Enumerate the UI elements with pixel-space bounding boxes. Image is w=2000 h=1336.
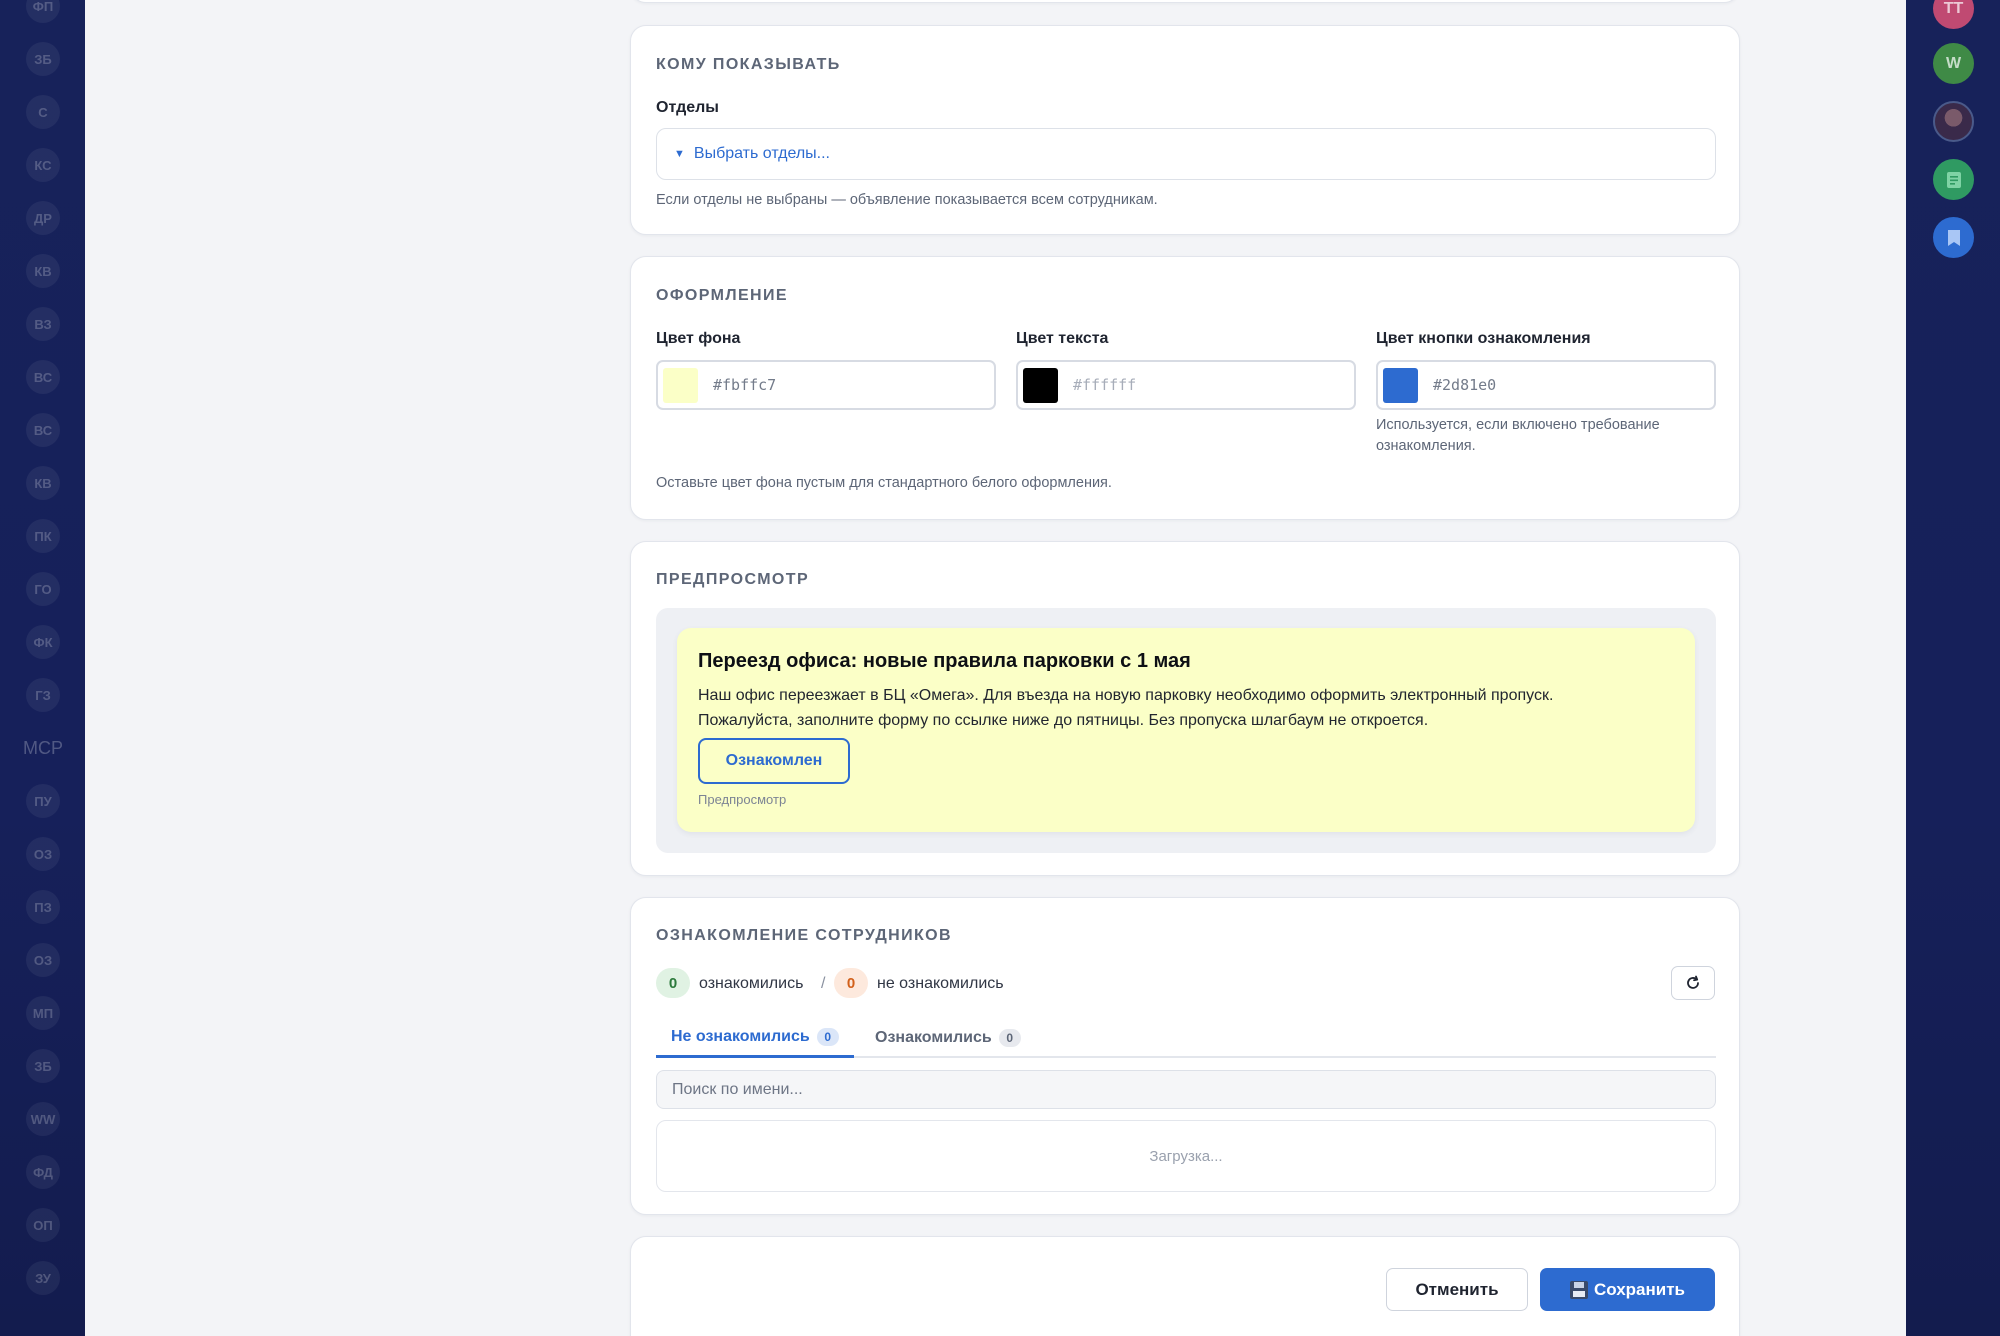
rail-item[interactable]: ВС bbox=[26, 360, 60, 394]
section-title: ПРЕДПРОСМОТР bbox=[656, 571, 810, 588]
button-color-field[interactable]: #2d81e0 bbox=[1376, 360, 1716, 410]
bg-color-value: #fbffc7 bbox=[713, 376, 777, 394]
bg-color-swatch[interactable] bbox=[663, 367, 698, 403]
rail-item[interactable]: ПУ bbox=[26, 784, 60, 818]
rail-item[interactable]: ГО bbox=[26, 572, 60, 606]
text-color-label: Цвет текста bbox=[1016, 330, 1109, 347]
rail-item[interactable]: ОП bbox=[26, 1208, 60, 1242]
preview-area: Переезд офиса: новые правила парковки с … bbox=[656, 608, 1716, 853]
button-color-hint: Используется, если включено требование о… bbox=[1376, 417, 1660, 454]
rail-item[interactable]: ФД bbox=[26, 1155, 60, 1189]
employee-search-input[interactable] bbox=[656, 1070, 1716, 1109]
button-color-label: Цвет кнопки ознакомления bbox=[1376, 330, 1591, 347]
right-sidebar: ТТ W bbox=[1906, 0, 2000, 1336]
button-color-value: #2d81e0 bbox=[1433, 376, 1497, 394]
bookmark-icon[interactable] bbox=[1933, 217, 1974, 258]
refresh-icon bbox=[1687, 975, 1699, 989]
rail-item[interactable]: MCP bbox=[23, 731, 63, 765]
announcement-body: Наш офис переезжает в БЦ «Омега». Для въ… bbox=[698, 683, 1678, 733]
rail-item[interactable]: ВС bbox=[26, 413, 60, 447]
text-color-field[interactable]: #ffffff bbox=[1016, 360, 1356, 410]
section-title: ОЗНАКОМЛЕНИЕ СОТРУДНИКОВ bbox=[656, 927, 952, 944]
rail-item[interactable]: ФК bbox=[26, 625, 60, 659]
announcement-title: Переезд офиса: новые правила парковки с … bbox=[698, 650, 1191, 672]
acknowledge-button[interactable]: Ознакомлен bbox=[698, 738, 850, 784]
section-title: ОФОРМЛЕНИЕ bbox=[656, 287, 788, 304]
announcement-body-line: Наш офис переезжает в БЦ «Омега». Для въ… bbox=[698, 687, 1554, 704]
rail-item[interactable]: ЗБ bbox=[26, 1049, 60, 1083]
tab-count-badge: 0 bbox=[998, 1029, 1021, 1047]
bg-color-label: Цвет фона bbox=[656, 330, 741, 347]
tab-not-acknowledged[interactable]: Не ознакомились 0 bbox=[656, 1018, 854, 1058]
rail-item[interactable]: КС bbox=[26, 148, 60, 182]
rail-item[interactable]: ОЗ bbox=[26, 943, 60, 977]
rail-item[interactable]: ГЗ bbox=[26, 678, 60, 712]
rail-item[interactable]: КВ bbox=[26, 254, 60, 288]
not-acknowledged-count-badge: 0 bbox=[834, 968, 868, 998]
caret-down-icon: ▼ bbox=[674, 148, 685, 160]
preview-caption: Предпросмотр bbox=[698, 792, 787, 807]
text-color-swatch[interactable] bbox=[1023, 367, 1058, 403]
rail-item[interactable]: WW bbox=[26, 1102, 60, 1136]
loading-text: Загрузка... bbox=[1149, 1147, 1223, 1165]
announcement-banner: Переезд офиса: новые правила парковки с … bbox=[677, 628, 1695, 832]
tab-label: Ознакомились bbox=[875, 1029, 992, 1046]
user-avatar-w[interactable]: W bbox=[1933, 43, 1974, 84]
departments-label: Отделы bbox=[656, 99, 719, 116]
button-color-swatch[interactable] bbox=[1383, 367, 1418, 403]
rail-item[interactable]: ФП bbox=[26, 0, 60, 23]
rail-item[interactable]: ПЗ bbox=[26, 890, 60, 924]
rail-item[interactable]: ОЗ bbox=[26, 837, 60, 871]
announcement-body-line: Пожалуйста, заполните форму по ссылке ни… bbox=[698, 712, 1429, 729]
not-acknowledged-label: не ознакомились bbox=[877, 975, 1004, 992]
design-card: ОФОРМЛЕНИЕ Цвет фона #fbffc7 Цвет текста… bbox=[630, 256, 1740, 520]
preview-card: ПРЕДПРОСМОТР Переезд офиса: новые правил… bbox=[630, 541, 1740, 876]
design-hint: Оставьте цвет фона пустым для стандартно… bbox=[656, 475, 1112, 491]
previous-card bbox=[630, 0, 1740, 3]
actions-card: Отменить Сохранить bbox=[630, 1236, 1740, 1336]
user-avatar-tt[interactable]: ТТ bbox=[1933, 0, 1974, 29]
rail-item[interactable]: ДР bbox=[26, 201, 60, 235]
departments-select[interactable]: ▼ Выбрать отделы... bbox=[656, 128, 1716, 180]
user-avatar-photo[interactable] bbox=[1933, 101, 1974, 142]
refresh-button[interactable] bbox=[1671, 966, 1715, 1000]
cancel-button[interactable]: Отменить bbox=[1386, 1268, 1528, 1311]
acknowledgement-card: ОЗНАКОМЛЕНИЕ СОТРУДНИКОВ 0 ознакомились … bbox=[630, 897, 1740, 1215]
save-button-label: Сохранить bbox=[1593, 1279, 1686, 1299]
rail-item[interactable]: ПК bbox=[26, 519, 60, 553]
rail-item[interactable]: С bbox=[26, 95, 60, 129]
section-title: КОМУ ПОКАЗЫВАТЬ bbox=[656, 56, 841, 73]
departments-hint: Если отделы не выбраны — объявление пока… bbox=[656, 192, 1158, 208]
document-icon[interactable] bbox=[1933, 159, 1974, 200]
rail-item[interactable]: МП bbox=[26, 996, 60, 1030]
text-color-value: #ffffff bbox=[1073, 376, 1137, 394]
employee-list: Загрузка... bbox=[656, 1120, 1716, 1192]
floppy-disk-icon bbox=[1569, 1280, 1588, 1299]
tab-count-badge: 0 bbox=[816, 1027, 839, 1046]
acknowledged-label: ознакомились bbox=[699, 975, 804, 992]
tab-acknowledged[interactable]: Ознакомились 0 bbox=[860, 1018, 1036, 1058]
rail-item[interactable]: ЗУ bbox=[26, 1261, 60, 1295]
rail-item[interactable]: ЗБ bbox=[26, 42, 60, 76]
rail-item[interactable]: ВЗ bbox=[26, 307, 60, 341]
acknowledged-count-badge: 0 bbox=[656, 968, 690, 998]
departments-placeholder: Выбрать отделы... bbox=[693, 145, 830, 162]
rail-item[interactable]: КВ bbox=[26, 466, 60, 500]
left-navigation-rail: ФП ЗБ С КС ДР КВ ВЗ ВС ВС КВ ПК ГО ФК ГЗ MCP ПУ ОЗ ПЗ ОЗ МП… bbox=[0, 0, 85, 1336]
stats-separator: / bbox=[821, 975, 826, 992]
bg-color-field[interactable]: #fbffc7 bbox=[656, 360, 996, 410]
save-button[interactable]: Сохранить bbox=[1540, 1268, 1715, 1311]
tab-label: Не ознакомились bbox=[671, 1027, 810, 1045]
audience-card: КОМУ ПОКАЗЫВАТЬ Отделы ▼ Выбрать отделы.… bbox=[630, 25, 1740, 235]
